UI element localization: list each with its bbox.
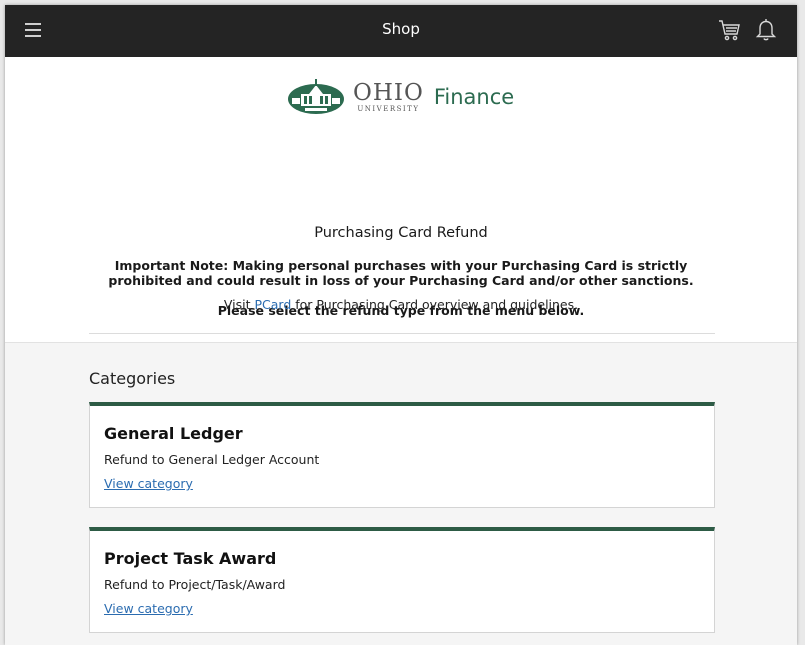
category-description: Refund to Project/Task/Award	[104, 577, 286, 592]
cart-icon[interactable]	[717, 18, 741, 42]
category-title: General Ledger	[104, 424, 243, 443]
ohio-finance-logo: OHIO UNIVERSITY Finance	[287, 77, 514, 117]
form-title: Purchasing Card Refund	[314, 225, 488, 241]
category-description: Refund to General Ledger Account	[104, 452, 320, 467]
divider	[89, 333, 715, 334]
view-category-link[interactable]: View category	[104, 476, 193, 491]
bell-icon[interactable]	[755, 17, 777, 41]
category-title: Project Task Award	[104, 549, 277, 568]
pcard-info-line: Visit PCard for Purchasing Card overview…	[223, 297, 579, 312]
category-card-project-task-award: Project Task Award Refund to Project/Tas…	[89, 527, 715, 633]
view-category-link[interactable]: View category	[104, 601, 193, 616]
pcard-link[interactable]: PCard	[254, 297, 291, 312]
app-window: Shop OHIO UNIVERSITY Finance Purchasing …	[5, 5, 797, 645]
ohio-wordmark: OHIO UNIVERSITY	[353, 79, 424, 113]
important-note: Important Note: Making personal purchase…	[108, 258, 694, 288]
page-title: Shop	[382, 20, 420, 38]
finance-wordmark: Finance	[433, 85, 515, 109]
top-navigation-bar: Shop	[5, 5, 797, 57]
category-card-general-ledger: General Ledger Refund to General Ledger …	[89, 402, 715, 508]
university-building-icon	[288, 79, 344, 114]
categories-heading: Categories	[89, 369, 176, 388]
